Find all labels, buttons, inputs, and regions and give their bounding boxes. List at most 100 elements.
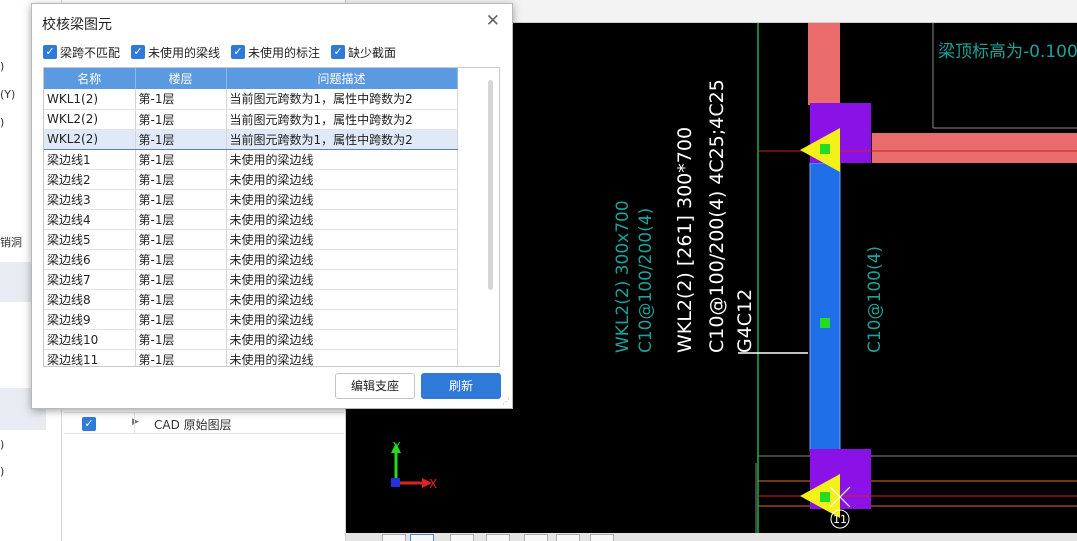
table-row[interactable]: 梁边线8 第-1层 未使用的梁边线 — [44, 289, 458, 310]
issue-table: 名称 楼层 问题描述 WKL1(2) 第-1层 当前图元跨数为1，属性中跨数为2 WK… — [43, 67, 500, 367]
left-tree-item[interactable]: ) — [0, 60, 4, 73]
cell-description: 未使用的梁边线 — [226, 229, 458, 250]
cell-description: 当前图元跨数为1，属性中跨数为2 — [226, 109, 458, 130]
cell-floor: 第-1层 — [135, 209, 227, 230]
cell-description: 未使用的梁边线 — [226, 189, 458, 210]
cell-floor: 第-1层 — [135, 329, 227, 350]
status-bar-button[interactable] — [524, 534, 548, 541]
cell-name: 梁边线5 — [44, 229, 136, 250]
left-tree-item[interactable]: ) — [0, 116, 4, 129]
table-row[interactable]: 梁边线3 第-1层 未使用的梁边线 — [44, 189, 458, 210]
cell-floor: 第-1层 — [135, 149, 227, 170]
table-row[interactable]: 梁边线2 第-1层 未使用的梁边线 — [44, 169, 458, 190]
filter-unused-beam-line[interactable]: ✓ 未使用的梁线 — [131, 44, 220, 61]
cell-floor: 第-1层 — [135, 189, 227, 210]
cell-name: 梁边线11 — [44, 349, 136, 366]
layer-row-cad-original[interactable]: ✓ ▶ CAD 原始图层 — [64, 412, 344, 434]
table-row[interactable]: 梁边线7 第-1层 未使用的梁边线 — [44, 269, 458, 290]
cell-name: WKL2(2) — [44, 109, 136, 130]
status-bar-button[interactable] — [410, 534, 434, 541]
checkbox-checked-icon[interactable]: ✓ — [43, 45, 57, 59]
table-row[interactable]: 梁边线5 第-1层 未使用的梁边线 — [44, 229, 458, 250]
status-bar-button[interactable] — [590, 534, 614, 541]
cell-floor: 第-1层 — [135, 289, 227, 310]
cell-description: 未使用的梁边线 — [226, 309, 458, 330]
layer-visible-checkbox[interactable]: ✓ — [82, 417, 96, 431]
table-row[interactable]: WKL2(2) 第-1层 当前图元跨数为1，属性中跨数为2 — [44, 109, 458, 130]
checkbox-checked-icon[interactable]: ✓ — [131, 45, 146, 59]
cell-name: WKL1(2) — [44, 89, 136, 110]
column-header-floor[interactable]: 楼层 — [135, 68, 227, 89]
cell-description: 未使用的梁边线 — [226, 249, 458, 270]
layer-column-divider — [134, 412, 135, 434]
layer-name-label: CAD 原始图层 — [154, 418, 232, 432]
ucs-x-label: X — [429, 477, 437, 491]
table-row[interactable]: 梁边线4 第-1层 未使用的梁边线 — [44, 209, 458, 230]
check-beam-dialog: 校核梁图元 ✕ ✓ 梁跨不匹配 ✓ 未使用的梁线 ✓ 未使用的标注 ✓ 缺少截面… — [31, 3, 513, 409]
table-row[interactable]: 梁边线1 第-1层 未使用的梁边线 — [44, 149, 458, 170]
cell-description: 未使用的梁边线 — [226, 269, 458, 290]
grip-point — [820, 492, 830, 502]
teal-beam-label: WKL2(2) 300x700 — [613, 200, 633, 353]
checkbox-checked-icon[interactable]: ✓ — [231, 45, 246, 59]
table-scrollbar[interactable] — [488, 80, 493, 290]
cell-description: 未使用的梁边线 — [226, 349, 458, 366]
cell-name: 梁边线2 — [44, 169, 136, 190]
cell-description: 当前图元跨数为1，属性中跨数为2 — [226, 89, 458, 110]
status-bar — [346, 533, 1077, 541]
table-row[interactable]: 梁边线6 第-1层 未使用的梁边线 — [44, 249, 458, 270]
filter-label: 缺少截面 — [348, 45, 397, 60]
cell-floor: 第-1层 — [135, 169, 227, 190]
cell-name: 梁边线10 — [44, 329, 136, 350]
filter-label: 未使用的梁线 — [148, 45, 221, 60]
refresh-button[interactable]: 刷新 — [421, 373, 501, 399]
resize-grip-icon[interactable]: ⋰ — [502, 397, 510, 406]
status-bar-button[interactable] — [450, 534, 474, 541]
table-row[interactable]: WKL1(2) 第-1层 当前图元跨数为1，属性中跨数为2 — [44, 89, 458, 110]
grip-point — [820, 318, 830, 328]
cell-floor: 第-1层 — [135, 349, 227, 366]
cell-description: 当前图元跨数为1，属性中跨数为2 — [226, 128, 458, 150]
edit-support-button[interactable]: 编辑支座 — [335, 373, 415, 399]
status-bar-button[interactable] — [486, 534, 510, 541]
filter-checkbox-group: ✓ 梁跨不匹配 ✓ 未使用的梁线 ✓ 未使用的标注 ✓ 缺少截面 — [43, 43, 407, 61]
left-tree-item[interactable]: 销洞 — [0, 234, 22, 250]
filter-span-mismatch[interactable]: ✓ 梁跨不匹配 — [43, 44, 120, 61]
elevation-note: 梁顶标高为-0.100 — [938, 42, 1077, 62]
cell-description: 未使用的梁边线 — [226, 289, 458, 310]
beam-name-label: WKL2(2) [261] 300*700 — [674, 127, 696, 353]
filter-unused-annotation[interactable]: ✓ 未使用的标注 — [231, 44, 320, 61]
beam-red-horizontal — [872, 133, 1077, 163]
cell-floor: 第-1层 — [135, 89, 227, 110]
column-header-description[interactable]: 问题描述 — [226, 68, 458, 89]
left-tree-item[interactable]: (Y) — [0, 88, 15, 101]
beam-side-rebar-label: G4C12 — [734, 289, 756, 353]
cell-floor: 第-1层 — [135, 109, 227, 130]
checkbox-checked-icon[interactable]: ✓ — [331, 45, 346, 59]
cell-name: WKL2(2) — [44, 128, 136, 150]
table-row[interactable]: 梁边线10 第-1层 未使用的梁边线 — [44, 329, 458, 350]
left-tree-item[interactable]: ) — [0, 438, 4, 451]
cell-description: 未使用的梁边线 — [226, 169, 458, 190]
close-icon[interactable]: ✕ — [486, 13, 500, 30]
filter-label: 梁跨不匹配 — [60, 45, 121, 60]
status-bar-button[interactable] — [382, 534, 406, 541]
table-row[interactable]: 梁边线9 第-1层 未使用的梁边线 — [44, 309, 458, 330]
cell-name: 梁边线3 — [44, 189, 136, 210]
cell-name: 梁边线1 — [44, 149, 136, 170]
cell-name: 梁边线6 — [44, 249, 136, 270]
column-header-name[interactable]: 名称 — [44, 68, 136, 89]
table-row[interactable]: 梁边线11 第-1层 未使用的梁边线 — [44, 349, 458, 366]
table-header-row: 名称 楼层 问题描述 — [44, 68, 458, 89]
cell-description: 未使用的梁边线 — [226, 209, 458, 230]
beam-red-vertical — [808, 23, 840, 105]
cell-name: 梁边线7 — [44, 269, 136, 290]
status-bar-button[interactable] — [556, 534, 580, 541]
table-row[interactable]: WKL2(2) 第-1层 当前图元跨数为1，属性中跨数为2 — [44, 128, 458, 150]
cell-floor: 第-1层 — [135, 229, 227, 250]
left-tree-item[interactable]: ) — [0, 465, 4, 478]
cell-name: 梁边线9 — [44, 309, 136, 330]
filter-missing-section[interactable]: ✓ 缺少截面 — [331, 44, 396, 61]
grip-point — [820, 144, 830, 154]
axis-marker-label: 11 — [833, 513, 847, 526]
